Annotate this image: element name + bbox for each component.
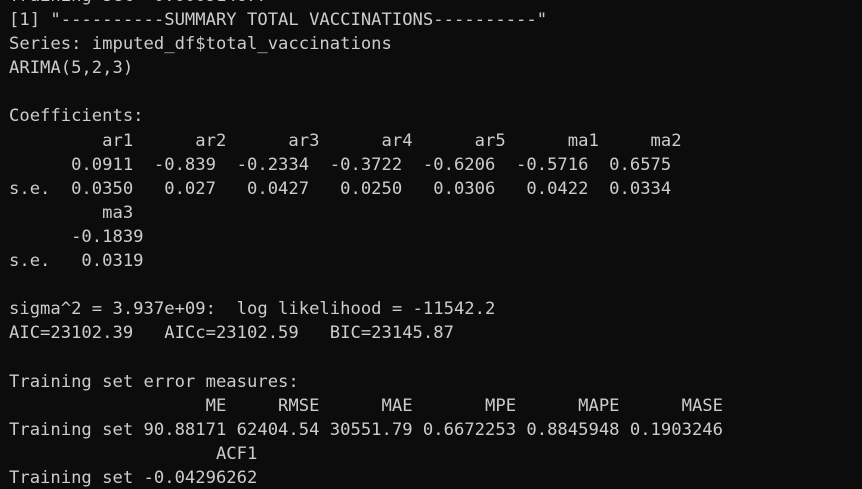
console-line-coef-header-1: ar1 ar2 ar3 ar4 ar5 ma1 ma2 [9, 130, 682, 151]
console-line-coef-se-1: s.e. 0.0350 0.027 0.0427 0.0250 0.0306 0… [9, 178, 672, 199]
console-line-series: Series: imputed_df$total_vaccinations [9, 34, 392, 55]
console-line-truncated-training-set: Training set -0.000914677 [9, 0, 723, 8]
console-output: Training set -0.000914677 [1] "----------… [9, 0, 723, 489]
console-line-blank [9, 345, 723, 369]
console-line-error-values-2: Training set -0.04296262 [9, 467, 258, 488]
console-line-information-criteria: AIC=23102.39 AICc=23102.59 BIC=23145.87 [9, 323, 454, 344]
console-line-coef-se-2: s.e. 0.0319 [9, 251, 144, 272]
console-line-blank [9, 273, 723, 297]
console-line-error-header-2: ACF1 [9, 443, 258, 464]
terminal-window[interactable]: Training set -0.000914677 [1] "----------… [0, 0, 862, 489]
console-line-coef-values-1: 0.0911 -0.839 -0.2334 -0.3722 -0.6206 -0… [9, 154, 672, 175]
console-line-blank [9, 80, 723, 104]
console-line-summary-header: [1] "----------SUMMARY TOTAL VACCINATION… [9, 10, 548, 31]
console-line-error-measures-title: Training set error measures: [9, 371, 299, 392]
console-line-coef-header-2: ma3 [9, 202, 134, 223]
console-line-error-values-1: Training set 90.88171 62404.54 30551.79 … [9, 419, 723, 440]
console-line-arima-order: ARIMA(5,2,3) [9, 58, 134, 79]
console-line-error-header-1: ME RMSE MAE MPE MAPE MASE [9, 395, 723, 416]
console-line-coef-values-2: -0.1839 [9, 226, 144, 247]
console-line-coefficients-title: Coefficients: [9, 106, 144, 127]
console-line-sigma-loglik: sigma^2 = 3.937e+09: log likelihood = -1… [9, 299, 496, 320]
